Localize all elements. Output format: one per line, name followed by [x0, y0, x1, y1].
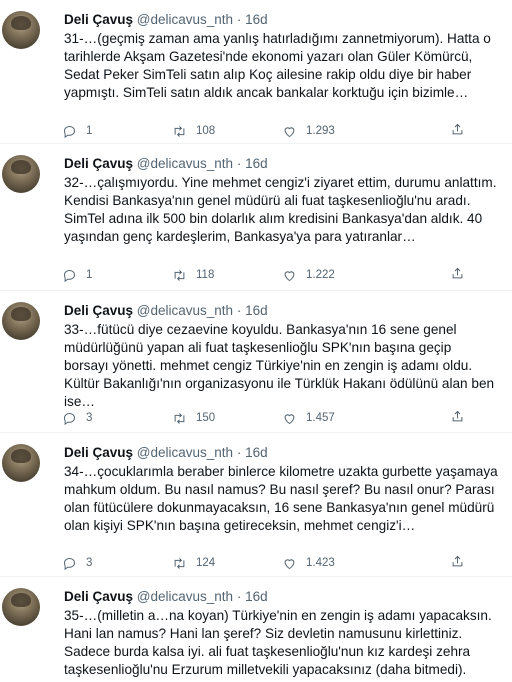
share-button[interactable] — [450, 554, 465, 574]
retweet-button[interactable]: 150 — [172, 409, 282, 427]
separator-dot: · — [236, 156, 242, 171]
reply-count: 3 — [86, 557, 93, 569]
separator-dot: · — [236, 303, 242, 318]
like-button[interactable]: 1.293 — [282, 122, 392, 140]
tweet-text: 33-…fütücü diye cezaevine koyuldu. Banka… — [64, 322, 495, 409]
like-count: 1.423 — [306, 557, 335, 569]
heart-icon — [284, 270, 295, 281]
author-name[interactable]: Deli Çavuş — [64, 156, 133, 171]
share-icon — [452, 267, 463, 279]
reply-count: 3 — [86, 412, 93, 424]
retweet-count: 108 — [196, 125, 216, 137]
author-handle[interactable]: @delicavus_nth — [137, 12, 233, 27]
avatar[interactable] — [2, 444, 40, 482]
tweet-actions: 1 108 1.293 — [62, 122, 463, 140]
retweet-button[interactable]: 108 — [172, 122, 282, 140]
heart-icon — [284, 413, 295, 424]
tweet-header: Deli Çavuş @delicavus_nth · 16d — [64, 12, 268, 27]
reply-icon — [63, 269, 76, 282]
reply-icon — [63, 412, 76, 425]
tweet-header: Deli Çavuş @delicavus_nth · 16d — [64, 156, 268, 171]
tweet-text: 32-…çalışmıyordu. Yine mehmet cengiz'i z… — [64, 175, 497, 244]
reply-button[interactable]: 3 — [62, 554, 172, 572]
tweet-text: 35-…(milletin a…na koyan) Türkiye'nin en… — [64, 608, 492, 677]
avatar[interactable] — [2, 11, 40, 49]
retweet-count: 124 — [196, 557, 216, 569]
retweet-button[interactable]: 124 — [172, 554, 282, 572]
tweet[interactable]: Deli Çavuş @delicavus_nth · 16d 34-…çocu… — [0, 433, 512, 577]
author-name[interactable]: Deli Çavuş — [64, 12, 133, 27]
reply-button[interactable]: 1 — [62, 122, 172, 140]
like-count: 1.457 — [306, 412, 335, 424]
tweet-header: Deli Çavuş @delicavus_nth · 16d — [64, 589, 268, 604]
tweet[interactable]: Deli Çavuş @delicavus_nth · 16d 33-…fütü… — [0, 291, 512, 433]
reply-button[interactable]: 1 — [62, 266, 172, 284]
like-button[interactable]: 1.222 — [282, 266, 392, 284]
like-count: 1.293 — [306, 125, 335, 137]
share-icon — [452, 410, 463, 422]
separator-dot: · — [236, 445, 242, 460]
like-count: 1.222 — [306, 269, 335, 281]
retweet-count: 150 — [196, 412, 216, 424]
timestamp[interactable]: 16d — [245, 156, 268, 171]
avatar[interactable] — [2, 155, 40, 193]
tweet[interactable]: Deli Çavuş @delicavus_nth · 16d 35-…(mil… — [0, 577, 512, 682]
author-handle[interactable]: @delicavus_nth — [137, 303, 233, 318]
share-button[interactable] — [450, 122, 465, 142]
reply-count: 1 — [86, 125, 93, 137]
reply-count: 1 — [86, 269, 93, 281]
tweet[interactable]: Deli Çavuş @delicavus_nth · 16d 32-…çalı… — [0, 144, 512, 291]
reply-icon — [63, 557, 76, 570]
share-button[interactable] — [450, 266, 465, 286]
timestamp[interactable]: 16d — [245, 303, 268, 318]
reply-button[interactable]: 3 — [62, 409, 172, 427]
share-icon — [452, 555, 463, 567]
author-name[interactable]: Deli Çavuş — [64, 303, 133, 318]
retweet-icon — [174, 125, 185, 137]
tweet-actions: 3 124 1.423 — [62, 554, 463, 572]
separator-dot: · — [236, 589, 242, 604]
timestamp[interactable]: 16d — [245, 445, 268, 460]
share-icon — [452, 123, 463, 135]
like-button[interactable]: 1.423 — [282, 554, 392, 572]
timestamp[interactable]: 16d — [245, 12, 268, 27]
retweet-count: 118 — [196, 269, 215, 281]
timestamp[interactable]: 16d — [245, 589, 268, 604]
like-button[interactable]: 1.457 — [282, 409, 392, 427]
retweet-button[interactable]: 118 — [172, 266, 282, 284]
author-handle[interactable]: @delicavus_nth — [137, 589, 233, 604]
tweet-text: 31-…(geçmiş zaman ama yanlış hatırladığı… — [64, 31, 491, 100]
avatar[interactable] — [2, 588, 40, 626]
author-handle[interactable]: @delicavus_nth — [137, 445, 233, 460]
author-name[interactable]: Deli Çavuş — [64, 589, 133, 604]
heart-icon — [284, 126, 295, 137]
separator-dot: · — [236, 12, 242, 27]
reply-icon — [63, 125, 76, 138]
tweet-actions: 1 118 1.222 — [62, 266, 463, 284]
retweet-icon — [174, 269, 185, 281]
avatar[interactable] — [2, 302, 40, 340]
tweet-text: 34-…çocuklarımla beraber binlerce kilome… — [64, 464, 498, 533]
tweet-header: Deli Çavuş @delicavus_nth · 16d — [64, 445, 268, 460]
tweet-header: Deli Çavuş @delicavus_nth · 16d — [64, 303, 268, 318]
author-handle[interactable]: @delicavus_nth — [137, 156, 233, 171]
share-button[interactable] — [450, 409, 465, 429]
retweet-icon — [174, 412, 185, 424]
author-name[interactable]: Deli Çavuş — [64, 445, 133, 460]
tweet[interactable]: Deli Çavuş @delicavus_nth · 16d 31-…(geç… — [0, 0, 512, 144]
retweet-icon — [174, 557, 185, 569]
tweet-actions: 3 150 1.457 — [62, 409, 463, 427]
heart-icon — [284, 558, 295, 569]
